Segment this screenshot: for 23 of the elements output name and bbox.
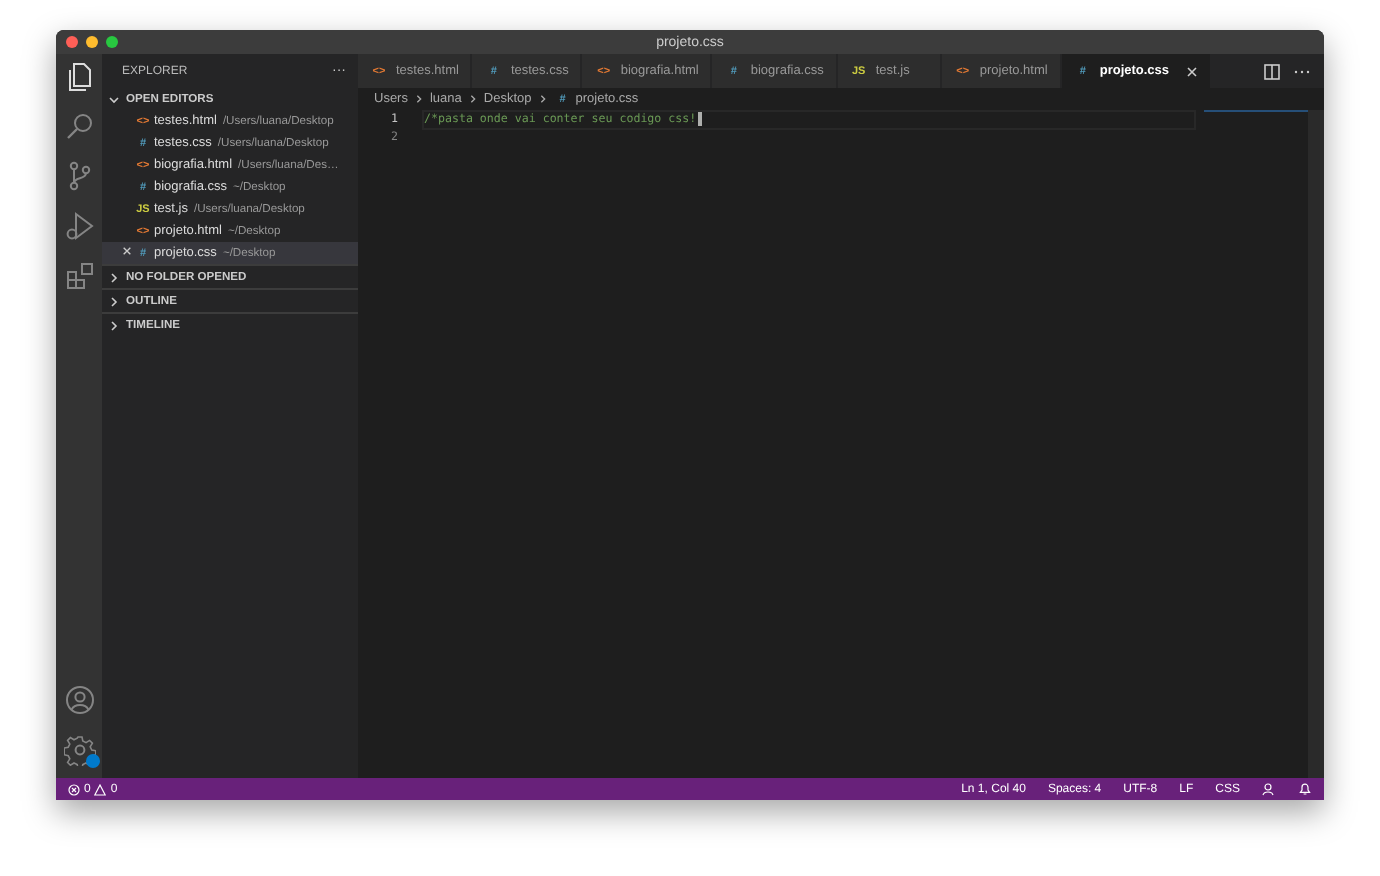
error-icon[interactable] [68, 783, 80, 795]
close-icon[interactable] [122, 246, 132, 256]
chevron-right-icon [467, 94, 478, 104]
minimap-line [1204, 110, 1308, 112]
chevron-right-icon [413, 94, 424, 104]
maximize-window-button[interactable] [106, 36, 118, 48]
run-debug-icon[interactable] [63, 210, 95, 242]
extensions-icon[interactable] [63, 260, 95, 292]
feedback-icon[interactable] [1262, 782, 1276, 796]
chevron-down-icon [108, 93, 120, 105]
chevron-right-icon [537, 94, 548, 104]
warning-icon[interactable] [94, 783, 107, 795]
minimize-window-button[interactable] [86, 36, 98, 48]
text-cursor [698, 112, 702, 126]
settings-icon[interactable] [63, 734, 95, 766]
bell-icon[interactable] [1298, 782, 1312, 796]
close-icon[interactable] [1185, 65, 1198, 77]
search-icon[interactable] [63, 110, 95, 142]
files-icon[interactable] [63, 60, 95, 92]
scrollbar[interactable] [1308, 110, 1324, 778]
split-editor-icon[interactable] [1264, 63, 1280, 79]
account-icon[interactable] [63, 684, 95, 716]
close-window-button[interactable] [66, 36, 78, 48]
